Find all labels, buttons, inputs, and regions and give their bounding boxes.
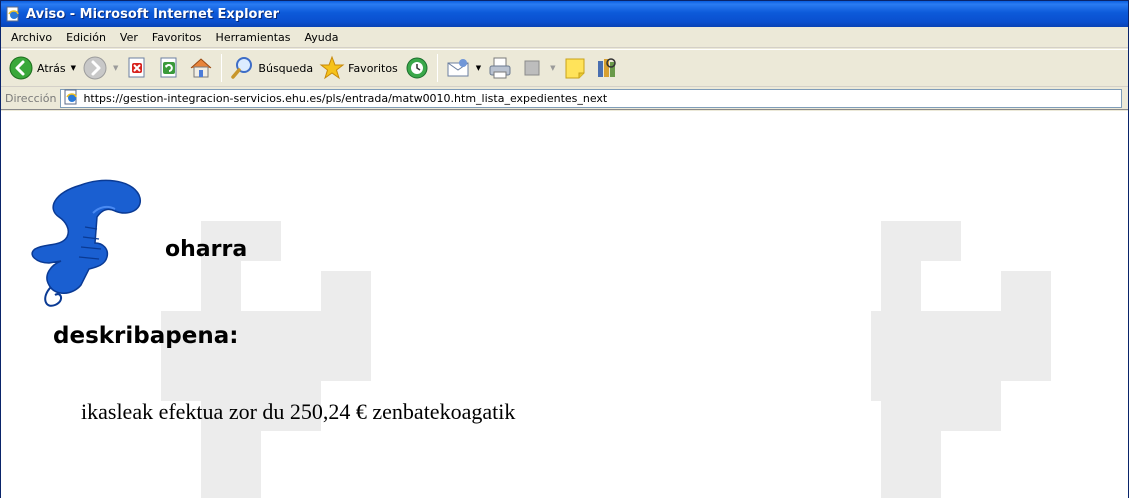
- refresh-button[interactable]: [153, 52, 185, 84]
- home-button[interactable]: [185, 52, 217, 84]
- address-label: Dirección: [5, 92, 57, 105]
- history-icon: [404, 55, 430, 81]
- favorites-button[interactable]: Favoritos: [316, 52, 401, 84]
- research-icon: [594, 55, 620, 81]
- back-button[interactable]: Atrás ▼: [5, 52, 79, 84]
- menu-ver[interactable]: Ver: [113, 31, 145, 44]
- toolbar-separator: [221, 54, 223, 82]
- forward-arrow-icon: [82, 55, 108, 81]
- forward-dropdown-icon[interactable]: ▼: [113, 64, 118, 72]
- back-label: Atrás: [37, 61, 66, 75]
- ie-page-icon: [5, 6, 21, 22]
- menu-herramientas[interactable]: Herramientas: [209, 31, 298, 44]
- stop-button[interactable]: [121, 52, 153, 84]
- print-icon: [487, 55, 513, 81]
- edit-icon: [519, 55, 545, 81]
- home-icon: [188, 55, 214, 81]
- title-bar[interactable]: Aviso - Microsoft Internet Explorer: [1, 1, 1128, 27]
- mail-button[interactable]: ▼: [442, 52, 484, 84]
- toolbar-separator: [436, 54, 438, 82]
- mail-dropdown-icon[interactable]: ▼: [476, 64, 481, 72]
- research-button[interactable]: [591, 52, 623, 84]
- menu-bar: Archivo Edición Ver Favoritos Herramient…: [1, 27, 1128, 48]
- address-url: https://gestion-integracion-servicios.eh…: [83, 92, 608, 105]
- search-button[interactable]: Búsqueda: [226, 52, 316, 84]
- menu-edicion[interactable]: Edición: [59, 31, 113, 44]
- mail-icon: [445, 55, 471, 81]
- history-button[interactable]: [401, 52, 433, 84]
- telephone-logo-icon: [31, 179, 142, 307]
- search-magnifier-icon: [229, 55, 255, 81]
- page-content: oharra deskribapena: ikasleak efektua zo…: [1, 111, 1128, 498]
- favorites-star-icon: [319, 55, 345, 81]
- refresh-icon: [156, 55, 182, 81]
- window-title: Aviso - Microsoft Internet Explorer: [26, 6, 280, 22]
- ie-page-icon: [63, 89, 79, 108]
- edit-dropdown-icon[interactable]: ▼: [550, 64, 555, 72]
- standard-toolbar: Atrás ▼ ▼ Búsqueda Favoritos ▼ ▼: [1, 49, 1128, 87]
- debt-message: ikasleak efektua zor du 250,24 € zenbate…: [81, 399, 516, 424]
- forward-button[interactable]: ▼: [79, 52, 121, 84]
- notes-button[interactable]: [559, 52, 591, 84]
- menu-favoritos[interactable]: Favoritos: [145, 31, 209, 44]
- print-button[interactable]: [484, 52, 516, 84]
- address-bar: Dirección https://gestion-integracion-se…: [1, 88, 1128, 110]
- back-arrow-icon: [8, 55, 34, 81]
- edit-button[interactable]: ▼: [516, 52, 558, 84]
- stop-icon: [124, 55, 150, 81]
- search-label: Búsqueda: [258, 61, 314, 75]
- watermark-logo-right: [871, 221, 1051, 498]
- notes-icon: [562, 55, 588, 81]
- back-dropdown-icon[interactable]: ▼: [71, 64, 76, 72]
- page-heading: oharra: [165, 237, 248, 262]
- menu-archivo[interactable]: Archivo: [4, 31, 59, 44]
- favorites-label: Favoritos: [348, 61, 398, 75]
- menu-ayuda[interactable]: Ayuda: [297, 31, 345, 44]
- description-label: deskribapena:: [53, 323, 239, 349]
- address-input[interactable]: https://gestion-integracion-servicios.eh…: [60, 89, 1122, 108]
- browser-window: Aviso - Microsoft Internet Explorer Arch…: [0, 0, 1129, 498]
